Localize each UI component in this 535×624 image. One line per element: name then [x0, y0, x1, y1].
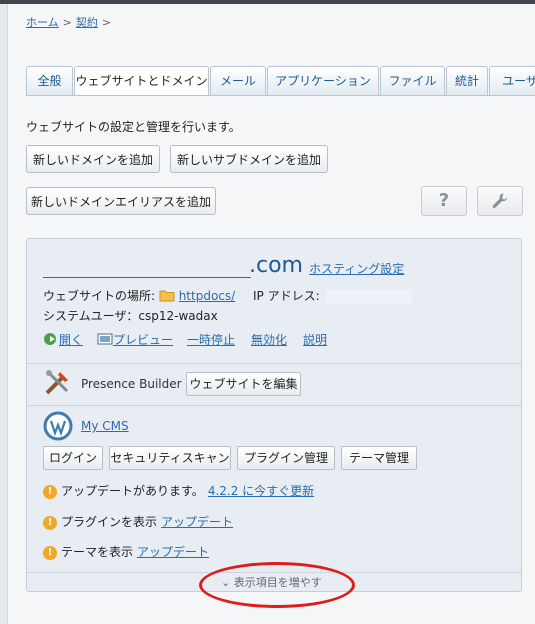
update-notice: ! アップデートがあります。 4.2.2 に今すぐ更新	[43, 482, 314, 499]
add-subdomain-button[interactable]: 新しいサブドメインを追加	[170, 145, 328, 173]
breadcrumb-home-link[interactable]: ホーム	[26, 16, 59, 29]
site-location-row: ウェブサイトの場所: httpdocs/ IP アドレス:	[43, 287, 412, 304]
page-description: ウェブサイトの設定と管理を行います。	[26, 120, 241, 134]
tab-bar: 全般 ウェブサイトとドメイン メール アプリケーション ファイル 統計 ユーザ	[26, 66, 535, 96]
warning-icon: !	[43, 484, 57, 499]
wrench-icon	[492, 193, 508, 208]
description-link[interactable]: 説明	[303, 331, 327, 348]
domain-tld[interactable]: .com	[249, 253, 303, 278]
system-user: システムユーザ：csp12-wadax	[43, 309, 218, 323]
help-icon: ?	[438, 190, 450, 211]
ip-address-value	[325, 289, 412, 304]
plugin-update-link[interactable]: アップデート	[161, 515, 233, 529]
open-link[interactable]: 開く	[59, 333, 83, 347]
theme-update-notice: ! テーマを表示 アップデート	[43, 543, 209, 560]
help-button[interactable]: ?	[421, 186, 467, 216]
tab-applications[interactable]: アプリケーション	[267, 66, 379, 95]
tab-users[interactable]: ユーザ	[489, 66, 535, 95]
top-bar	[0, 0, 535, 4]
wordpress-icon	[43, 411, 73, 441]
edit-website-button[interactable]: ウェブサイトを編集	[186, 372, 301, 396]
preview-icon	[97, 333, 113, 345]
tab-files[interactable]: ファイル	[380, 66, 445, 95]
my-cms-link[interactable]: My CMS	[81, 419, 129, 433]
theme-management-button[interactable]: テーマ管理	[341, 446, 417, 470]
folder-icon	[159, 290, 175, 302]
breadcrumb-separator: >	[101, 16, 112, 29]
divider	[27, 405, 521, 406]
highlight-annotation	[199, 562, 355, 608]
add-domain-alias-button[interactable]: 新しいドメインエイリアスを追加	[26, 187, 216, 215]
globe-arrow-icon	[44, 333, 56, 345]
tab-statistics[interactable]: 統計	[446, 66, 488, 95]
update-now-link[interactable]: 4.2.2 に今すぐ更新	[208, 484, 314, 498]
add-domain-button[interactable]: 新しいドメインを追加	[26, 145, 160, 173]
breadcrumb: ホーム > 契約 >	[26, 14, 115, 30]
warning-icon: !	[43, 545, 57, 560]
preview-link[interactable]: プレビュー	[113, 333, 173, 347]
tab-general[interactable]: 全般	[26, 66, 73, 95]
plugin-notice-text: プラグインを表示	[61, 515, 158, 529]
preview-action[interactable]: プレビュー	[97, 331, 173, 348]
ip-address-label: IP アドレス:	[253, 289, 320, 303]
hosting-settings-link[interactable]: ホスティング設定	[309, 260, 404, 277]
plugin-management-button[interactable]: プラグイン管理	[237, 446, 335, 470]
presence-builder-icon	[45, 370, 69, 395]
suspend-link[interactable]: 一時停止	[187, 331, 235, 348]
warning-icon: !	[43, 515, 57, 530]
domain-name-redacted[interactable]	[43, 277, 251, 278]
site-location-label: ウェブサイトの場所:	[43, 289, 156, 303]
left-edge	[0, 4, 8, 624]
login-button[interactable]: ログイン	[43, 446, 103, 470]
open-action[interactable]: 開く	[43, 331, 83, 348]
tab-underline	[26, 95, 535, 96]
tab-mail[interactable]: メール	[210, 66, 266, 95]
theme-notice-text: テーマを表示	[61, 545, 134, 559]
plugin-update-notice: ! プラグインを表示 アップデート	[43, 513, 233, 530]
domain-panel: .com ホスティング設定 ウェブサイトの場所: httpdocs/ IP アド…	[26, 238, 522, 592]
settings-button[interactable]	[477, 186, 523, 216]
disable-link[interactable]: 無効化	[251, 331, 287, 348]
presence-builder-label: Presence Builder	[81, 377, 182, 391]
httpdocs-link[interactable]: httpdocs/	[179, 289, 235, 303]
breadcrumb-contract-link[interactable]: 契約	[76, 16, 98, 29]
theme-update-link[interactable]: アップデート	[137, 545, 209, 559]
security-scan-button[interactable]: セキュリティスキャン	[109, 446, 231, 470]
update-notice-text: アップデートがあります。	[61, 484, 204, 498]
breadcrumb-separator: >	[62, 16, 72, 29]
tab-websites-domains[interactable]: ウェブサイトとドメイン	[74, 66, 209, 96]
divider	[27, 363, 521, 364]
